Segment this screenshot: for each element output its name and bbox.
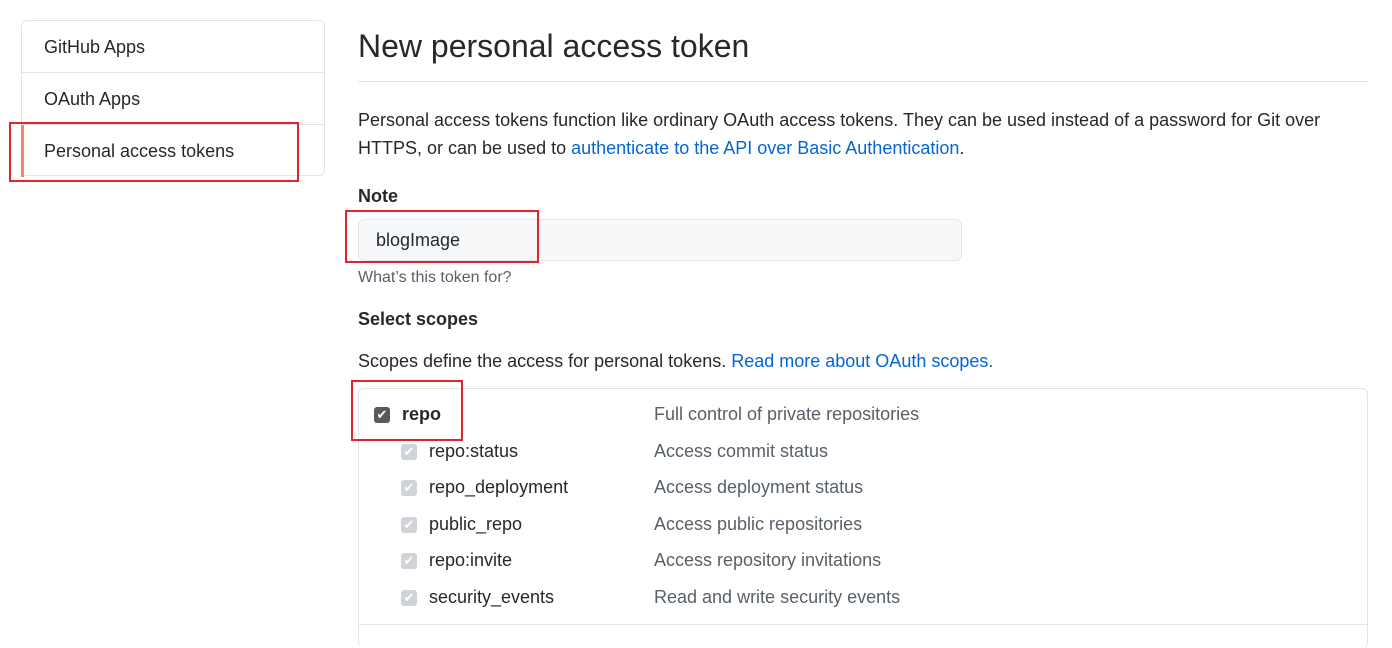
intro-paragraph: Personal access tokens function like ord… [358, 106, 1368, 162]
checkbox-repo[interactable]: ✔ [374, 407, 390, 423]
scopes-list: ✔ repo Full control of private repositor… [358, 388, 1368, 648]
note-hint: What’s this token for? [358, 269, 512, 286]
select-scopes-label: Select scopes [358, 309, 479, 329]
scopes-description: Scopes define the access for personal to… [358, 351, 1368, 372]
scope-row-repo: ✔ repo Full control of private repositor… [359, 401, 1367, 431]
scope-name: repo:invite [429, 550, 513, 570]
scope-name: repo:status [429, 441, 519, 461]
scope-description: Access repository invitations [654, 550, 882, 570]
sidebar-item-github-apps[interactable]: GitHub Apps [22, 21, 324, 73]
note-label: Note [358, 186, 398, 206]
scope-name: repo_deployment [429, 477, 569, 497]
scope-name: security_events [429, 587, 555, 607]
sidebar-item-label: Personal access tokens [44, 141, 235, 161]
basic-auth-link[interactable]: authenticate to the API over Basic Authe… [571, 138, 959, 158]
scopes-desc-text: Scopes define the access for personal to… [358, 351, 732, 371]
scope-name: repo [402, 404, 442, 424]
scope-row-public-repo: ✔ public_repo Access public repositories [359, 511, 1367, 541]
scope-name: public_repo [429, 514, 523, 534]
checkbox-security-events[interactable]: ✔ [401, 590, 417, 606]
scope-description: Access commit status [654, 441, 829, 461]
scope-row-repo-invite: ✔ repo:invite Access repository invitati… [359, 547, 1367, 577]
checkbox-public-repo[interactable]: ✔ [401, 517, 417, 533]
scope-row-repo-status: ✔ repo:status Access commit status [359, 438, 1367, 468]
sidebar-item-oauth-apps[interactable]: OAuth Apps [22, 73, 324, 125]
main-content: New personal access token Personal acces… [358, 0, 1368, 648]
scope-row-repo-deployment: ✔ repo_deployment Access deployment stat… [359, 474, 1367, 504]
scope-description: Access deployment status [654, 477, 864, 497]
checkbox-repo-deployment[interactable]: ✔ [401, 480, 417, 496]
oauth-scopes-link[interactable]: Read more about OAuth scopes. [731, 351, 993, 371]
note-input[interactable] [358, 219, 962, 261]
sidebar-item-personal-access-tokens[interactable]: Personal access tokens [21, 125, 324, 177]
intro-end: . [959, 138, 965, 158]
settings-sidebar: GitHub Apps OAuth Apps Personal access t… [21, 20, 325, 177]
sidebar-item-label: GitHub Apps [44, 37, 146, 57]
scopes-divider [359, 624, 1367, 625]
scope-row-security-events: ✔ security_events Read and write securit… [359, 584, 1367, 614]
checkbox-repo-status[interactable]: ✔ [401, 444, 417, 460]
checkbox-repo-invite[interactable]: ✔ [401, 553, 417, 569]
page-title: New personal access token [358, 0, 1368, 82]
scope-description: Full control of private repositories [654, 404, 920, 424]
sidebar-item-label: OAuth Apps [44, 89, 141, 109]
scope-description: Access public repositories [654, 514, 863, 534]
scope-description: Read and write security events [654, 587, 901, 607]
